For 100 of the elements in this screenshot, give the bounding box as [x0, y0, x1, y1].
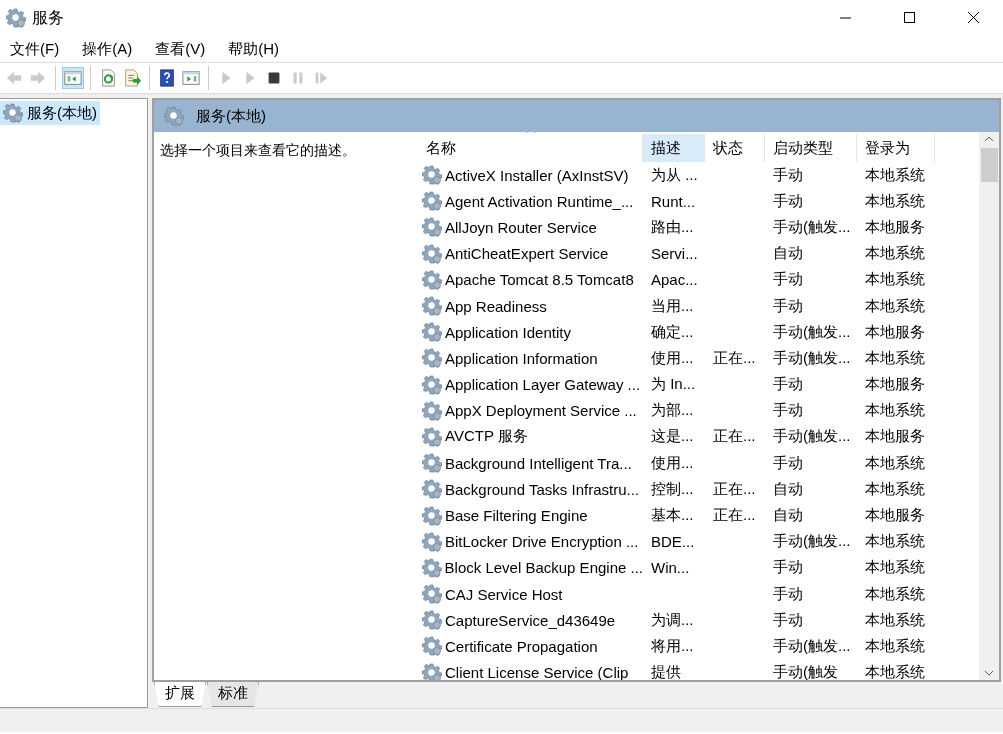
table-cell: ActiveX Installer (AxInstSV)	[445, 166, 629, 184]
scrollbar-thumb[interactable]	[980, 148, 998, 182]
table-cell: 手动	[773, 453, 803, 471]
help-icon	[158, 68, 176, 88]
table-cell: 手动(触发	[773, 663, 838, 680]
table-cell: 本地系统	[865, 558, 925, 576]
table-cell: BitLocker Drive Encryption ...	[445, 533, 639, 551]
table-cell: 本地服务	[865, 217, 925, 235]
table-cell: Win...	[651, 559, 690, 577]
table-cell: CaptureService_d43649e	[445, 611, 616, 629]
service-gear-icon	[422, 426, 442, 447]
panel-title: 服务(本地)	[196, 106, 266, 126]
table-cell: Application Information	[445, 349, 598, 367]
table-cell: Servi...	[651, 245, 698, 263]
table-cell: 本地系统	[865, 584, 925, 602]
table-cell: 手动(触发...	[773, 217, 851, 235]
table-cell: 本地系统	[865, 270, 925, 288]
table-cell: 正在...	[713, 348, 756, 366]
service-gear-icon	[422, 453, 442, 474]
service-gear-icon	[422, 269, 442, 290]
menu-item[interactable]: 帮助(H)	[221, 39, 286, 59]
table-cell: 手动	[773, 270, 803, 288]
column-header[interactable]: 登录为	[857, 134, 935, 162]
table-cell: Application Identity	[445, 323, 571, 341]
gear-icon	[164, 106, 184, 126]
table-cell: 这是...	[651, 427, 694, 445]
table-cell: 手动	[773, 401, 803, 419]
table-cell: 本地系统	[865, 479, 925, 497]
table-cell: Background Intelligent Tra...	[445, 454, 632, 472]
tab[interactable]: 扩展	[154, 682, 206, 707]
scrollbar[interactable]	[979, 132, 999, 680]
column-header[interactable]: 描述	[643, 134, 705, 162]
table-cell: 为 In...	[651, 375, 696, 393]
table-cell: 手动	[773, 296, 803, 314]
table-cell: 为从 ...	[651, 165, 698, 183]
export-list-icon	[123, 68, 141, 88]
maximize-icon	[904, 12, 916, 24]
table-cell: 手动(触发...	[773, 322, 851, 340]
table-cell: 本地系统	[865, 532, 925, 550]
service-gear-icon	[422, 191, 442, 212]
properties-icon	[182, 68, 200, 88]
table-cell: 正在...	[713, 479, 756, 497]
table-cell: Certificate Propagation	[445, 637, 598, 655]
service-gear-icon	[422, 374, 442, 395]
table-cell: 自动	[773, 244, 803, 262]
tab[interactable]: 标准	[207, 682, 259, 707]
table-cell: 本地服务	[865, 375, 925, 393]
table-cell: 手动	[773, 558, 803, 576]
column-header[interactable]: 状态	[705, 134, 765, 162]
service-gear-icon	[422, 400, 442, 421]
table-cell: Application Layer Gateway ...	[445, 376, 641, 394]
column-header[interactable]: 启动类型	[765, 134, 857, 162]
table-cell: AppX Deployment Service ...	[445, 402, 637, 420]
panel-toggle-icon	[64, 68, 82, 88]
service-gear-icon	[422, 296, 442, 317]
gear-icon	[3, 103, 23, 123]
table-cell: Base Filtering Engine	[445, 507, 588, 525]
table-cell: 使用...	[651, 348, 694, 366]
table-cell: 手动	[773, 165, 803, 183]
table-cell: 本地服务	[865, 427, 925, 445]
table-cell: 本地服务	[865, 506, 925, 524]
table-cell: 手动	[773, 191, 803, 209]
service-gear-icon	[422, 165, 442, 186]
table-cell: Apache Tomcat 8.5 Tomcat8	[445, 271, 634, 289]
table-cell: 本地系统	[865, 401, 925, 419]
service-gear-icon	[422, 479, 442, 500]
table-cell: 为调...	[651, 610, 694, 628]
table-cell: Block Level Backup Engine ...	[444, 559, 643, 577]
table-cell: 本地系统	[865, 610, 925, 628]
service-gear-icon	[422, 348, 442, 369]
table-cell: App Readiness	[445, 297, 547, 315]
table-cell: 本地系统	[865, 453, 925, 471]
app-icon	[6, 8, 26, 28]
menu-item[interactable]: 操作(A)	[75, 39, 140, 59]
menu-item[interactable]: 查看(V)	[148, 39, 213, 59]
menu-item[interactable]: 文件(F)	[3, 39, 67, 59]
table-cell: 手动(触发...	[773, 348, 851, 366]
table-cell: 本地系统	[865, 348, 925, 366]
service-gear-icon	[422, 557, 442, 578]
table-cell: 基本...	[651, 506, 694, 524]
table-cell: 自动	[773, 506, 803, 524]
table-cell: 手动(触发...	[773, 636, 851, 654]
table-cell: 自动	[773, 479, 803, 497]
table-cell: Runt...	[651, 192, 696, 210]
table-cell: 使用...	[651, 453, 694, 471]
table-cell: 控制...	[651, 479, 694, 497]
table-cell: 手动	[773, 375, 803, 393]
table-cell: 本地系统	[865, 244, 925, 262]
table-cell: Background Tasks Infrastru...	[445, 480, 639, 498]
table-cell: 本地系统	[865, 191, 925, 209]
close-icon	[968, 12, 980, 24]
service-gear-icon	[422, 584, 442, 605]
table-cell: 手动(触发...	[773, 532, 851, 550]
table-cell: Apac...	[651, 271, 698, 289]
table-cell: AntiCheatExpert Service	[445, 245, 609, 263]
table-cell: 路由...	[651, 217, 694, 235]
table-cell: 本地系统	[865, 636, 925, 654]
tree-item[interactable]: 服务(本地)	[0, 101, 100, 125]
table-cell: 手动(触发...	[773, 427, 851, 445]
service-gear-icon	[422, 217, 442, 238]
